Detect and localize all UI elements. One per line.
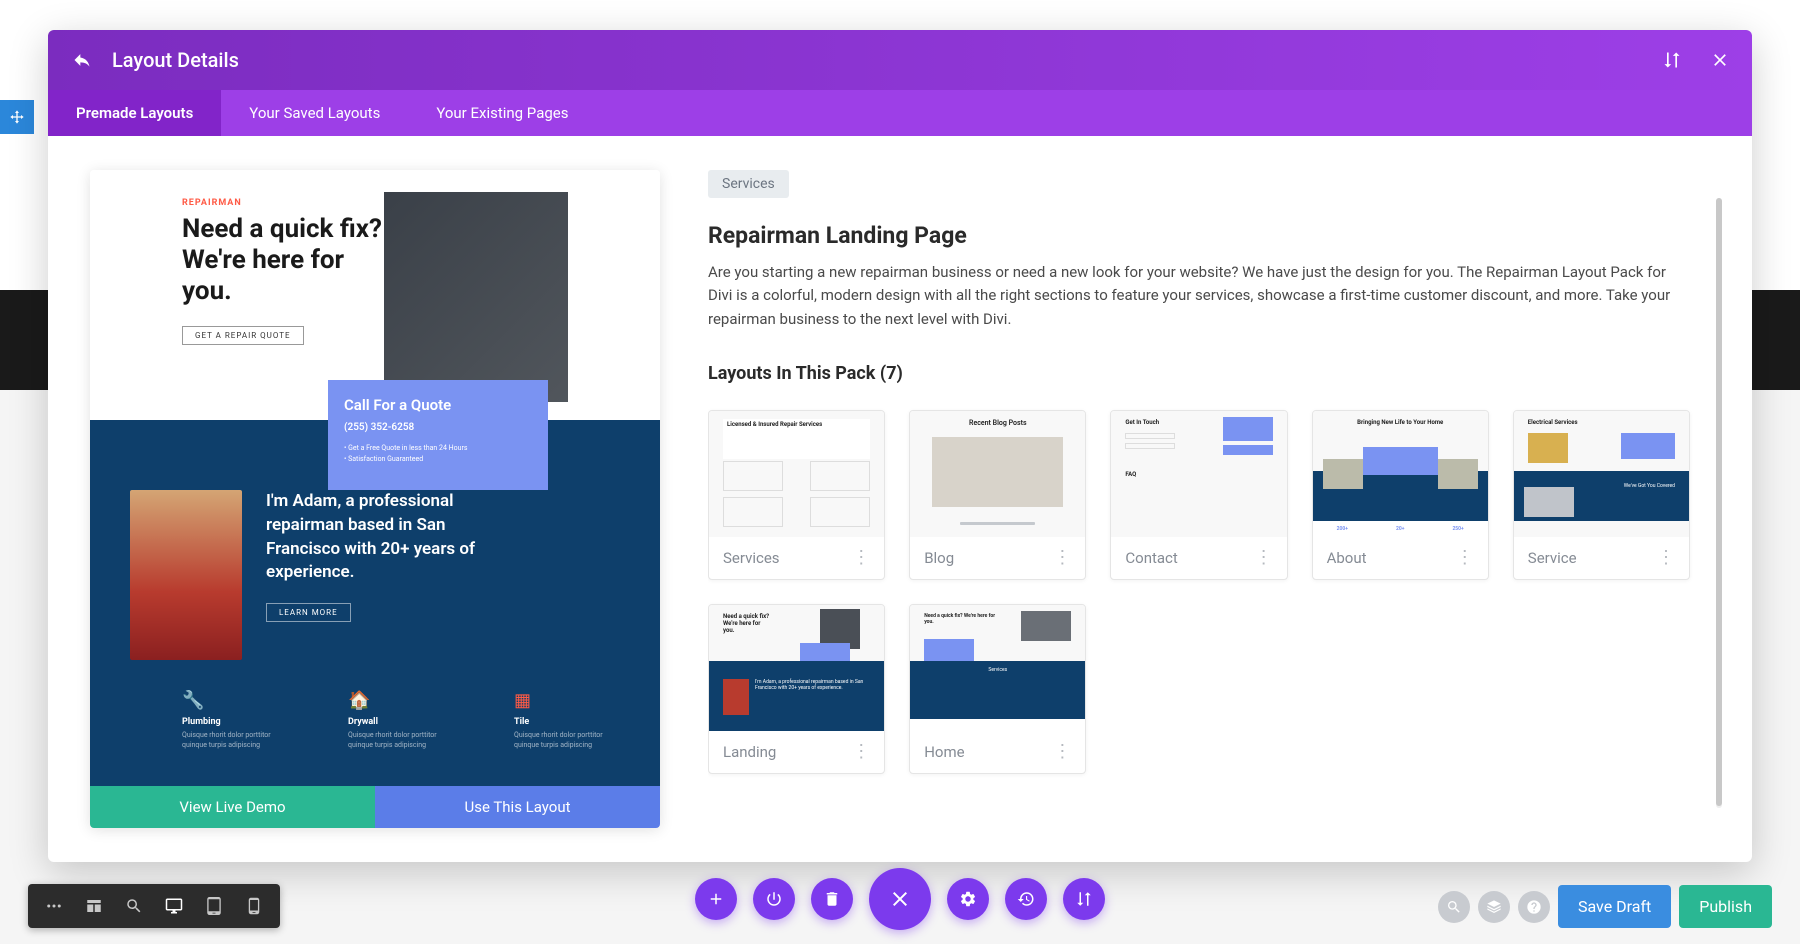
scrollbar[interactable] bbox=[1716, 198, 1722, 808]
preview-column: REPAIRMAN Need a quick fix? We're here f… bbox=[90, 170, 660, 828]
callout-bullet: • Get a Free Quote in less than 24 Hours bbox=[344, 443, 532, 454]
use-this-layout-button[interactable]: Use This Layout bbox=[375, 786, 660, 828]
thumb-menu-icon[interactable]: ⋮ bbox=[1053, 554, 1071, 561]
category-tag[interactable]: Services bbox=[708, 170, 789, 198]
thumb-label: Blog bbox=[924, 549, 954, 567]
grid-icon: ▦ bbox=[514, 690, 620, 711]
preview-hero-image bbox=[384, 192, 568, 402]
tablet-icon[interactable] bbox=[194, 890, 234, 922]
service-desc: Quisque rhorit dolor porttitor quinque t… bbox=[348, 731, 454, 751]
section-move-handle[interactable] bbox=[0, 100, 34, 134]
preview-about-text: I'm Adam, a professional repairman based… bbox=[266, 490, 506, 585]
home-icon: 🏠 bbox=[348, 690, 454, 711]
callout-title: Call For a Quote bbox=[344, 396, 532, 414]
thumb-menu-icon[interactable]: ⋮ bbox=[1657, 554, 1675, 561]
thumb-landing[interactable]: Need a quick fix? We're here for you. I'… bbox=[708, 604, 885, 774]
preview-avatar bbox=[130, 490, 242, 660]
close-builder-button[interactable] bbox=[869, 868, 931, 930]
thumb-menu-icon[interactable]: ⋮ bbox=[1053, 748, 1071, 755]
layout-description: Are you starting a new repairman busines… bbox=[708, 261, 1688, 331]
thumb-service[interactable]: Electrical Services We've Got You Covere… bbox=[1513, 410, 1690, 580]
callout-phone: (255) 352-6258 bbox=[344, 422, 532, 433]
settings-button[interactable] bbox=[947, 878, 989, 920]
wrench-icon: 🔧 bbox=[182, 690, 288, 711]
search-icon[interactable] bbox=[1438, 891, 1470, 923]
thumb-menu-icon[interactable]: ⋮ bbox=[1255, 554, 1273, 561]
pack-title: Layouts In This Pack (7) bbox=[708, 363, 1690, 384]
thumb-blog[interactable]: Recent Blog Posts Blog ⋮ bbox=[909, 410, 1086, 580]
add-button[interactable] bbox=[695, 878, 737, 920]
preview-heading: Need a quick fix? We're here for you. bbox=[182, 214, 382, 308]
layout-thumbnails: Licensed & Insured Repair Services Servi… bbox=[708, 410, 1690, 774]
tab-your-existing-pages[interactable]: Your Existing Pages bbox=[408, 90, 596, 136]
layout-details-modal: Layout Details Premade Layouts Your Save… bbox=[48, 30, 1752, 862]
save-draft-button[interactable]: Save Draft bbox=[1558, 885, 1671, 928]
modal-title: Layout Details bbox=[112, 48, 1660, 72]
phone-icon[interactable] bbox=[234, 890, 274, 922]
history-button[interactable] bbox=[1005, 878, 1047, 920]
layers-icon[interactable] bbox=[1478, 891, 1510, 923]
service-title: Drywall bbox=[348, 717, 454, 727]
tab-bar: Premade Layouts Your Saved Layouts Your … bbox=[48, 90, 1752, 136]
thumb-menu-icon[interactable]: ⋮ bbox=[852, 748, 870, 755]
thumb-home[interactable]: Need a quick fix? We're here for you. Se… bbox=[909, 604, 1086, 774]
thumb-label: About bbox=[1327, 549, 1367, 567]
callout-bullets: • Get a Free Quote in less than 24 Hours… bbox=[344, 443, 532, 465]
thumb-label: Home bbox=[924, 743, 964, 761]
wireframe-icon[interactable] bbox=[74, 890, 114, 922]
back-button[interactable] bbox=[68, 46, 96, 74]
service-desc: Quisque rhorit dolor porttitor quinque t… bbox=[182, 731, 288, 751]
thumb-contact[interactable]: Get In Touch FAQ Contact ⋮ bbox=[1110, 410, 1287, 580]
sort-button[interactable] bbox=[1063, 878, 1105, 920]
thumb-label: Contact bbox=[1125, 549, 1177, 567]
publish-toolbar: Save Draft Publish bbox=[1438, 885, 1772, 928]
thumb-label: Service bbox=[1528, 549, 1577, 567]
help-icon[interactable] bbox=[1518, 891, 1550, 923]
modal-header: Layout Details bbox=[48, 30, 1752, 90]
menu-icon[interactable] bbox=[34, 890, 74, 922]
detail-column: Services Repairman Landing Page Are you … bbox=[708, 170, 1710, 828]
thumb-about[interactable]: Bringing New Life to Your Home 200+20+25… bbox=[1312, 410, 1489, 580]
view-toolbar bbox=[28, 884, 280, 928]
preview-cta: GET A REPAIR QUOTE bbox=[182, 326, 304, 345]
sort-icon[interactable] bbox=[1660, 48, 1684, 72]
builder-toolbar bbox=[695, 868, 1105, 930]
trash-button[interactable] bbox=[811, 878, 853, 920]
view-live-demo-button[interactable]: View Live Demo bbox=[90, 786, 375, 828]
service-title: Plumbing bbox=[182, 717, 288, 727]
thumb-menu-icon[interactable]: ⋮ bbox=[1456, 554, 1474, 561]
thumb-label: Services bbox=[723, 549, 780, 567]
close-icon[interactable] bbox=[1708, 48, 1732, 72]
power-button[interactable] bbox=[753, 878, 795, 920]
tab-premade-layouts[interactable]: Premade Layouts bbox=[48, 90, 221, 136]
preview-learn-more: LEARN MORE bbox=[266, 603, 351, 622]
preview-service: ▦ Tile Quisque rhorit dolor porttitor qu… bbox=[514, 690, 620, 751]
thumb-services[interactable]: Licensed & Insured Repair Services Servi… bbox=[708, 410, 885, 580]
thumb-menu-icon[interactable]: ⋮ bbox=[852, 554, 870, 561]
service-desc: Quisque rhorit dolor porttitor quinque t… bbox=[514, 731, 620, 751]
thumb-label: Landing bbox=[723, 743, 776, 761]
publish-button[interactable]: Publish bbox=[1679, 885, 1772, 928]
preview-callout: Call For a Quote (255) 352-6258 • Get a … bbox=[328, 380, 548, 490]
layout-title: Repairman Landing Page bbox=[708, 222, 1690, 249]
service-title: Tile bbox=[514, 717, 620, 727]
callout-bullet: • Satisfaction Guaranteed bbox=[344, 454, 532, 465]
zoom-icon[interactable] bbox=[114, 890, 154, 922]
preview-service: 🏠 Drywall Quisque rhorit dolor porttitor… bbox=[348, 690, 454, 751]
preview-service: 🔧 Plumbing Quisque rhorit dolor porttito… bbox=[182, 690, 288, 751]
tab-your-saved-layouts[interactable]: Your Saved Layouts bbox=[221, 90, 408, 136]
desktop-icon[interactable] bbox=[154, 890, 194, 922]
modal-body: REPAIRMAN Need a quick fix? We're here f… bbox=[48, 136, 1752, 862]
layout-preview: REPAIRMAN Need a quick fix? We're here f… bbox=[90, 170, 660, 828]
